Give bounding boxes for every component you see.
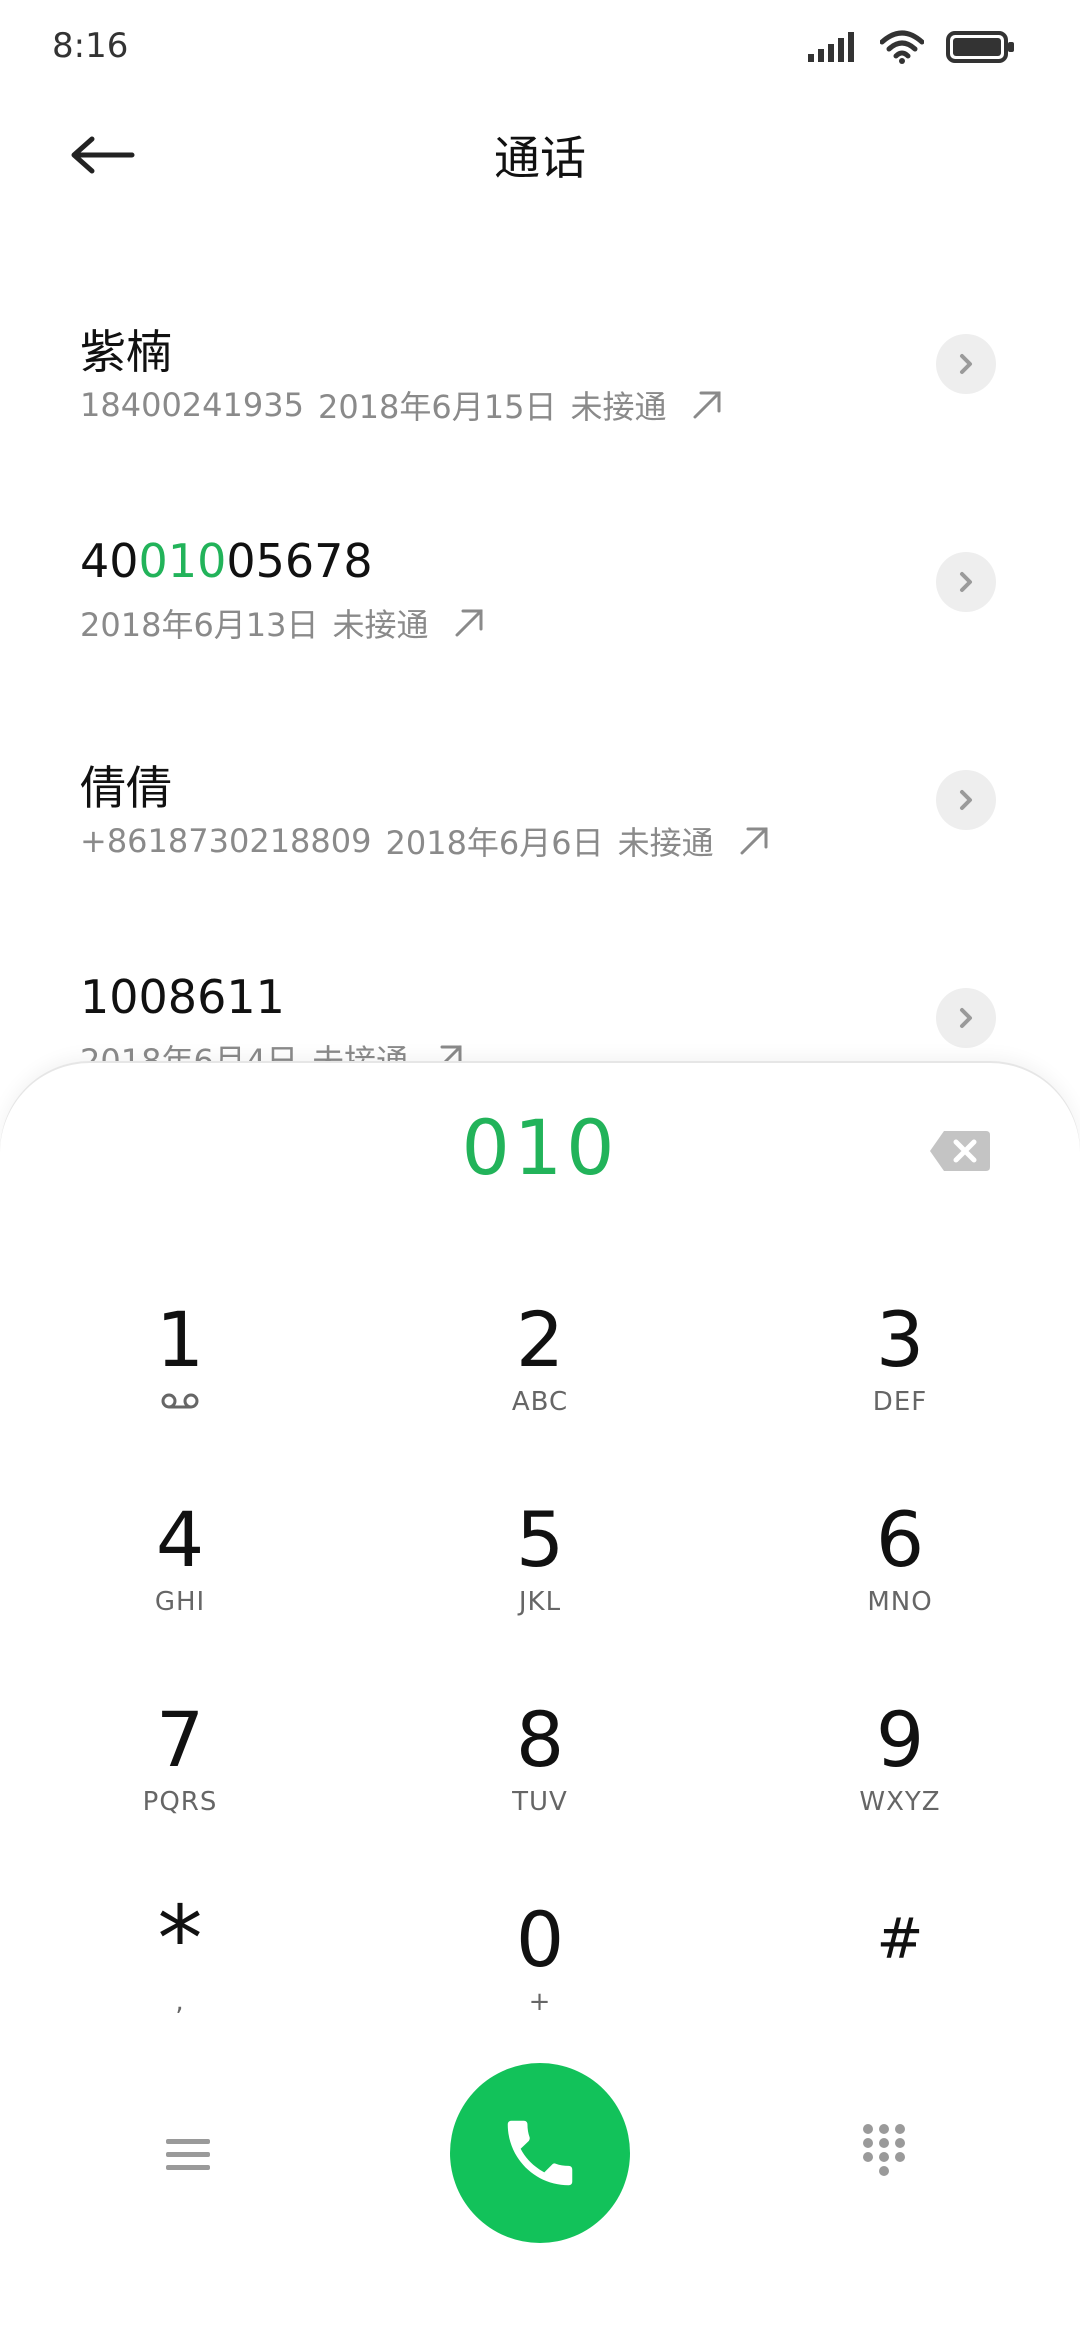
- key-4[interactable]: 4 GHI: [30, 1495, 330, 1665]
- phone-number: 18400241935: [80, 386, 304, 424]
- contact-name: 倩倩: [80, 761, 172, 815]
- key-star[interactable]: * ,: [30, 1895, 330, 2065]
- call-details: 2018年6月13日 未接通: [80, 600, 487, 646]
- signal-icon: [808, 32, 854, 62]
- wifi-icon: [880, 30, 924, 64]
- key-letters: WXYZ: [859, 1787, 941, 1817]
- call-status: 未接通: [332, 606, 429, 644]
- key-3[interactable]: 3 DEF: [750, 1295, 1050, 1465]
- key-0[interactable]: 0 +: [390, 1895, 690, 2065]
- chevron-right-icon: [960, 572, 972, 592]
- key-letters: JKL: [518, 1587, 562, 1617]
- call-detail-button[interactable]: [936, 770, 996, 830]
- status-icons: [808, 30, 1016, 64]
- outgoing-call-icon: [740, 827, 768, 855]
- status-bar: 8:16: [0, 0, 1080, 90]
- voicemail-icon: [161, 1393, 199, 1409]
- number-prefix: 40: [80, 534, 139, 588]
- page-title: 通话: [494, 131, 586, 185]
- contact-name: 1008611: [80, 970, 285, 1024]
- number-match-highlight: 010: [138, 534, 227, 588]
- key-letters: +: [528, 1987, 552, 2017]
- keypad-toggle-button[interactable]: [854, 2121, 914, 2181]
- call-status: 未接通: [617, 824, 714, 862]
- dialpad-sheet: 010 1 2 ABC 3 DEF 4 GHI 5 JKL 6 MNO 7 PQ…: [0, 1063, 1080, 2340]
- key-8[interactable]: 8 TUV: [390, 1695, 690, 1865]
- chevron-right-icon: [960, 1008, 972, 1028]
- call-list-item[interactable]: 倩倩 +8618730218809 2018年6月6日 未接通: [0, 726, 1080, 944]
- dialed-number[interactable]: 010: [0, 1103, 1080, 1192]
- key-letters: PQRS: [142, 1787, 218, 1817]
- backspace-icon: [930, 1131, 990, 1171]
- key-digit: 4: [155, 1495, 205, 1584]
- key-6[interactable]: 6 MNO: [750, 1495, 1050, 1665]
- key-9[interactable]: 9 WXYZ: [750, 1695, 1050, 1865]
- call-date: 2018年6月6日: [385, 824, 604, 862]
- status-time: 8:16: [52, 26, 129, 66]
- key-letters: GHI: [154, 1587, 206, 1617]
- key-digit: 3: [875, 1295, 925, 1384]
- call-date: 2018年6月15日: [317, 388, 557, 426]
- call-list-item[interactable]: 紫楠 18400241935 2018年6月15日 未接通: [0, 290, 1080, 508]
- dialpad-icon: [863, 2124, 905, 2176]
- key-1[interactable]: 1: [30, 1295, 330, 1465]
- key-2[interactable]: 2 ABC: [390, 1295, 690, 1465]
- key-digit: 1: [155, 1295, 205, 1384]
- key-letters: TUV: [512, 1787, 568, 1817]
- contact-name: 紫楠: [80, 325, 172, 379]
- key-digit: 0: [515, 1895, 565, 1984]
- key-letters: DEF: [872, 1387, 928, 1417]
- recent-calls-list: 紫楠 18400241935 2018年6月15日 未接通 4001005678…: [0, 290, 1080, 1162]
- key-hash[interactable]: #: [750, 1895, 1050, 2065]
- phone-number: +8618730218809: [80, 822, 372, 860]
- call-date: 2018年6月13日: [80, 606, 319, 644]
- call-details: +8618730218809 2018年6月6日 未接通: [80, 818, 772, 864]
- outgoing-call-icon: [693, 391, 720, 419]
- key-digit: 2: [515, 1295, 565, 1384]
- call-status: 未接通: [570, 388, 667, 426]
- key-letters: ABC: [511, 1387, 569, 1417]
- chevron-right-icon: [960, 354, 972, 374]
- chevron-right-icon: [960, 790, 972, 810]
- key-digit: 6: [875, 1495, 925, 1584]
- call-details: 18400241935 2018年6月15日 未接通: [80, 382, 725, 428]
- backspace-button[interactable]: [928, 1129, 992, 1173]
- call-button[interactable]: [450, 2063, 630, 2243]
- outgoing-call-icon: [455, 609, 483, 637]
- phone-icon: [507, 2120, 573, 2186]
- contact-name: 4001005678: [80, 534, 373, 588]
- call-list-item[interactable]: 4001005678 2018年6月13日 未接通: [0, 508, 1080, 726]
- dialer-bottom-bar: [0, 2063, 1080, 2253]
- key-7[interactable]: 7 PQRS: [30, 1695, 330, 1865]
- key-digit: #: [876, 1907, 924, 1972]
- key-digit: 5: [515, 1495, 565, 1584]
- menu-button[interactable]: [160, 2127, 216, 2183]
- number-suffix: 05678: [226, 534, 373, 588]
- call-detail-button[interactable]: [936, 552, 996, 612]
- battery-icon: [946, 31, 1014, 63]
- key-5[interactable]: 5 JKL: [390, 1495, 690, 1665]
- key-digit: 9: [875, 1695, 925, 1784]
- call-detail-button[interactable]: [936, 334, 996, 394]
- key-letters: ,: [175, 1987, 185, 2017]
- key-letters: MNO: [867, 1587, 933, 1617]
- key-digit: 8: [515, 1695, 565, 1784]
- key-digit: *: [157, 1887, 203, 1992]
- key-digit: 7: [155, 1695, 205, 1784]
- menu-icon: [166, 2139, 210, 2170]
- call-detail-button[interactable]: [936, 988, 996, 1048]
